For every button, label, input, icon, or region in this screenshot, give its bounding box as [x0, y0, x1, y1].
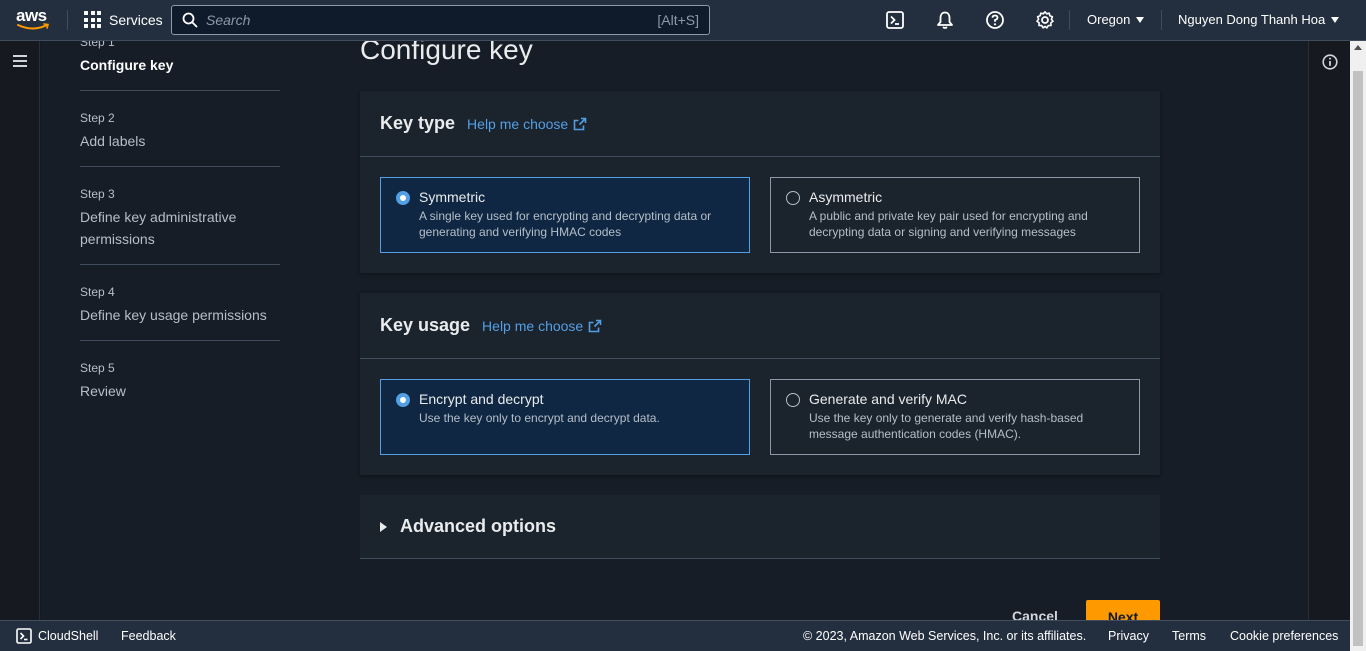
wizard-step-2[interactable]: Step 2 Add labels — [80, 111, 280, 167]
scroll-up-arrow-icon[interactable] — [1354, 45, 1362, 50]
panel-header: Key type Help me choose — [360, 91, 1160, 157]
step-number: Step 3 — [80, 187, 115, 201]
aws-logo-text: aws — [16, 6, 47, 25]
key-usage-panel: Key usage Help me choose Encrypt and dec… — [360, 293, 1160, 475]
key-type-title: Key type — [380, 113, 456, 133]
services-menu-button[interactable]: Services — [84, 11, 163, 28]
help-me-choose-link[interactable]: Help me choose — [467, 116, 587, 132]
nav-divider — [1069, 10, 1070, 30]
wizard-step-3[interactable]: Step 3 Define key administrative permiss… — [80, 187, 280, 265]
step-label: Define key usage permissions — [80, 307, 267, 323]
wizard-step-1[interactable]: Step 1 Configure key — [80, 41, 280, 91]
services-label: Services — [109, 11, 163, 28]
help-link-label: Help me choose — [482, 317, 584, 334]
nav-divider — [1161, 10, 1162, 30]
wizard-step-4[interactable]: Step 4 Define key usage permissions — [80, 285, 280, 341]
generate-verify-mac-option[interactable]: Generate and verify MAC Use the key only… — [770, 379, 1140, 455]
caret-down-icon — [1331, 16, 1340, 23]
radio-selected[interactable] — [396, 393, 410, 407]
step-label: Review — [80, 383, 126, 399]
copyright-text: © 2023, Amazon Web Services, Inc. or its… — [803, 629, 1087, 643]
menu-hamburger-icon[interactable] — [13, 55, 27, 67]
option-description: A public and private key pair used for e… — [809, 209, 1088, 239]
step-label: Define key administrative permissions — [80, 209, 237, 247]
option-description: A single key used for encrypting and dec… — [419, 209, 712, 239]
terms-link[interactable]: Terms — [1172, 629, 1206, 643]
help-link-label: Help me choose — [467, 115, 569, 132]
panel-header: Key usage Help me choose — [360, 293, 1160, 359]
caret-right-icon — [380, 521, 387, 532]
left-nav-rail — [0, 41, 40, 620]
encrypt-decrypt-option[interactable]: Encrypt and decrypt Use the key only to … — [380, 379, 750, 455]
account-menu[interactable]: Nguyen Dong Thanh Hoa — [1178, 12, 1340, 27]
step-label: Configure key — [80, 57, 174, 73]
option-title: Asymmetric — [809, 189, 883, 205]
step-label: Add labels — [80, 133, 146, 149]
console-footer: CloudShell Feedback © 2023, Amazon Web S… — [0, 620, 1350, 651]
nav-divider — [67, 10, 68, 30]
privacy-link[interactable]: Privacy — [1108, 629, 1149, 643]
cloudshell-label: CloudShell — [38, 629, 99, 643]
advanced-options-title: Advanced options — [400, 516, 557, 536]
search-icon — [182, 12, 198, 28]
services-grid-icon — [84, 11, 101, 28]
option-title: Encrypt and decrypt — [419, 391, 544, 407]
key-type-panel: Key type Help me choose Symmetric A sing… — [360, 91, 1160, 273]
cancel-button[interactable]: Cancel — [1012, 608, 1058, 620]
cookie-preferences-link[interactable]: Cookie preferences — [1230, 629, 1338, 643]
search-box[interactable]: [Alt+S] — [171, 5, 710, 35]
option-title: Generate and verify MAC — [809, 391, 967, 407]
help-icon[interactable] — [985, 10, 1005, 30]
cloudshell-footer-button[interactable]: CloudShell — [16, 628, 98, 644]
option-description: Use the key only to generate and verify … — [809, 411, 1084, 441]
step-number: Step 1 — [80, 41, 115, 49]
step-number: Step 2 — [80, 111, 115, 125]
caret-down-icon — [1136, 16, 1145, 23]
wizard-steps: Step 1 Configure key Step 2 Add labels S… — [80, 41, 280, 436]
user-name: Nguyen Dong Thanh Hoa — [1178, 12, 1326, 27]
aws-smile-icon — [17, 23, 50, 30]
option-description: Use the key only to encrypt and decrypt … — [419, 411, 660, 425]
radio-unselected[interactable] — [786, 191, 800, 205]
step-number: Step 4 — [80, 285, 115, 299]
external-link-icon — [573, 117, 587, 130]
asymmetric-option[interactable]: Asymmetric A public and private key pair… — [770, 177, 1140, 253]
external-link-icon — [588, 319, 602, 332]
symmetric-option[interactable]: Symmetric A single key used for encrypti… — [380, 177, 750, 253]
wizard-step-5[interactable]: Step 5 Review — [80, 361, 280, 416]
notifications-bell-icon[interactable] — [935, 10, 955, 30]
aws-logo[interactable]: aws — [16, 7, 52, 33]
search-shortcut-hint: [Alt+S] — [657, 12, 699, 28]
option-title: Symmetric — [419, 189, 486, 205]
step-number: Step 5 — [80, 361, 115, 375]
page-title: Configure key — [360, 41, 533, 65]
feedback-link[interactable]: Feedback — [121, 629, 176, 643]
cloudshell-icon — [16, 628, 32, 644]
page-scrollbar[interactable] — [1350, 41, 1366, 651]
advanced-options-expander[interactable]: Advanced options — [360, 495, 1160, 559]
radio-unselected[interactable] — [786, 393, 800, 407]
help-me-choose-link[interactable]: Help me choose — [482, 318, 602, 334]
right-tools-rail — [1308, 41, 1350, 620]
search-input[interactable] — [206, 12, 636, 28]
info-icon[interactable] — [1322, 54, 1338, 70]
radio-selected[interactable] — [396, 191, 410, 205]
top-navigation: aws Services [Alt+S] — [0, 0, 1366, 41]
region-selector[interactable]: Oregon — [1087, 12, 1145, 27]
scroll-thumb[interactable] — [1353, 71, 1363, 646]
next-button[interactable]: Next — [1086, 600, 1160, 620]
cloudshell-icon[interactable] — [885, 10, 905, 30]
settings-gear-icon[interactable] — [1035, 10, 1055, 30]
key-usage-title: Key usage — [380, 315, 471, 335]
main-content: Step 1 Configure key Step 2 Add labels S… — [41, 41, 1308, 620]
region-label: Oregon — [1087, 12, 1131, 27]
